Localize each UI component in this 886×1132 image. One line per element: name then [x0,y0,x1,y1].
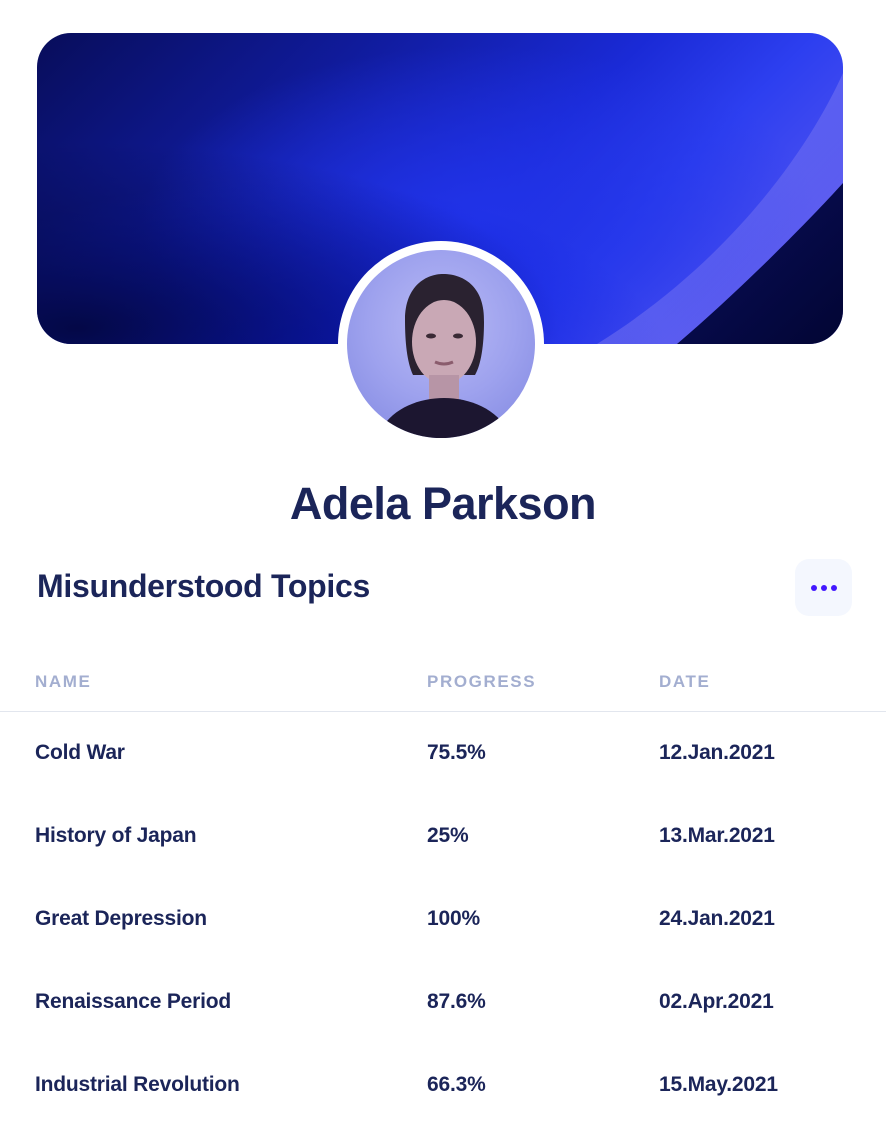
column-header-progress[interactable]: PROGRESS [427,672,536,692]
topic-progress: 75.5% [427,741,486,764]
topic-date: 15.May.2021 [659,1073,778,1096]
topic-name: Cold War [35,741,125,764]
table-row[interactable]: History of Japan 25% 13.Mar.2021 [0,824,886,907]
table-header: NAME PROGRESS DATE [0,670,886,712]
topic-name: History of Japan [35,824,197,847]
topic-date: 24.Jan.2021 [659,907,775,930]
table-row[interactable]: Cold War 75.5% 12.Jan.2021 [0,741,886,824]
table-row[interactable]: Renaissance Period 87.6% 02.Apr.2021 [0,990,886,1073]
topic-date: 13.Mar.2021 [659,824,775,847]
topic-name: Great Depression [35,907,207,930]
column-header-date[interactable]: DATE [659,672,710,692]
table-row[interactable]: Great Depression 100% 24.Jan.2021 [0,907,886,990]
topic-progress: 87.6% [427,990,486,1013]
more-horizontal-icon [820,584,827,591]
avatar-portrait-graphic [377,274,511,438]
avatar-ring [338,241,544,447]
topic-progress: 25% [427,824,469,847]
topic-progress: 66.3% [427,1073,486,1096]
avatar[interactable] [347,250,535,438]
more-horizontal-icon [810,584,817,591]
topic-name: Renaissance Period [35,990,231,1013]
topic-progress: 100% [427,907,480,930]
profile-card: Adela Parkson Misunderstood Topics NAME … [0,0,886,1132]
more-horizontal-icon [830,584,837,591]
topic-date: 02.Apr.2021 [659,990,774,1013]
column-header-name[interactable]: NAME [35,672,91,692]
topic-name: Industrial Revolution [35,1073,240,1096]
section-title: Misunderstood Topics [37,568,370,604]
topic-date: 12.Jan.2021 [659,741,775,764]
profile-name: Adela Parkson [289,478,597,529]
table-row[interactable]: Industrial Revolution 66.3% 15.May.2021 [0,1073,886,1132]
more-options-button[interactable] [795,559,852,616]
